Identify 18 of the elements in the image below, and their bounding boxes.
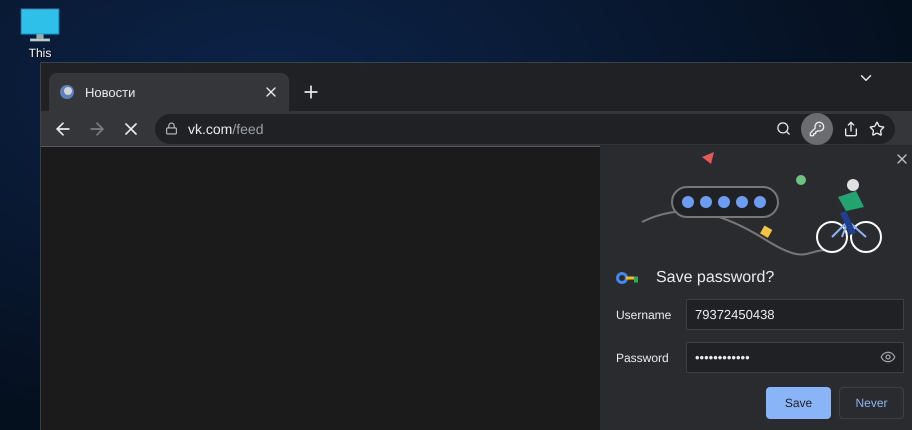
search-icon[interactable]	[776, 121, 791, 136]
password-field[interactable]: ••••••••••••	[686, 342, 904, 373]
lock-icon	[165, 122, 178, 135]
eye-icon[interactable]	[880, 349, 896, 365]
save-button[interactable]: Save	[766, 387, 831, 419]
monitor-icon[interactable]	[19, 8, 61, 44]
star-icon[interactable]	[869, 120, 885, 136]
share-icon[interactable]	[843, 120, 859, 136]
key-icon[interactable]	[801, 112, 833, 144]
address-bar[interactable]: vk.com/feed	[155, 114, 895, 144]
username-field[interactable]: 79372450438	[686, 299, 904, 330]
icon-label: This	[28, 46, 52, 60]
key-icon	[616, 272, 640, 284]
browser-tab[interactable]: Новости	[49, 73, 289, 111]
dialog-title: Save password?	[656, 269, 774, 287]
field-label: Username	[616, 308, 672, 322]
never-button[interactable]: Never	[839, 387, 904, 419]
field-label: Password	[616, 350, 670, 364]
